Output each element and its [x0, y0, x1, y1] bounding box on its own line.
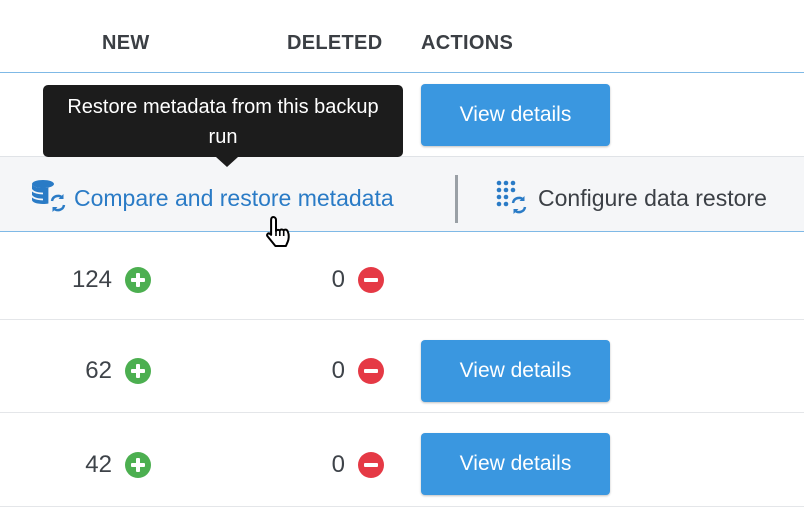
- deleted-count: 0: [331, 357, 345, 384]
- restore-metadata-tooltip: Restore metadata from this backup run: [43, 85, 403, 167]
- deleted-count: 0: [331, 266, 345, 293]
- hand-pointer-icon: [266, 216, 290, 247]
- new-count: 62: [85, 357, 112, 384]
- column-header-actions: ACTIONS: [421, 32, 514, 54]
- plus-circle-icon: [125, 267, 151, 293]
- minus-circle-icon: [358, 452, 384, 478]
- table-row: 62 0 View details: [0, 320, 804, 413]
- view-details-button[interactable]: View details: [421, 84, 610, 146]
- table-header: NEW DELETED ACTIONS: [0, 0, 804, 73]
- tooltip-text: Restore metadata from this backup run: [67, 96, 379, 148]
- deleted-count: 0: [331, 451, 345, 478]
- new-count: 42: [85, 451, 112, 478]
- table-row: 124 0: [0, 230, 804, 320]
- table-row: 42 0 View details: [0, 413, 804, 507]
- column-header-new[interactable]: NEW: [102, 32, 150, 55]
- row-action-bar: Compare and restore metadata Configure d…: [0, 156, 804, 232]
- column-header-deleted[interactable]: DELETED: [287, 32, 382, 55]
- compare-restore-metadata-label: Compare and restore metadata: [74, 185, 394, 211]
- action-divider: [455, 175, 458, 223]
- view-details-button[interactable]: View details: [421, 340, 610, 402]
- plus-circle-icon: [125, 452, 151, 478]
- minus-circle-icon: [358, 358, 384, 384]
- database-sync-icon: [31, 180, 66, 212]
- new-count: 124: [71, 266, 112, 293]
- configure-data-restore-label: Configure data restore: [538, 185, 767, 211]
- grid-sync-icon: [496, 180, 527, 214]
- plus-circle-icon: [125, 358, 151, 384]
- minus-circle-icon: [358, 267, 384, 293]
- view-details-button[interactable]: View details: [421, 433, 610, 495]
- tooltip-arrow: [216, 157, 238, 167]
